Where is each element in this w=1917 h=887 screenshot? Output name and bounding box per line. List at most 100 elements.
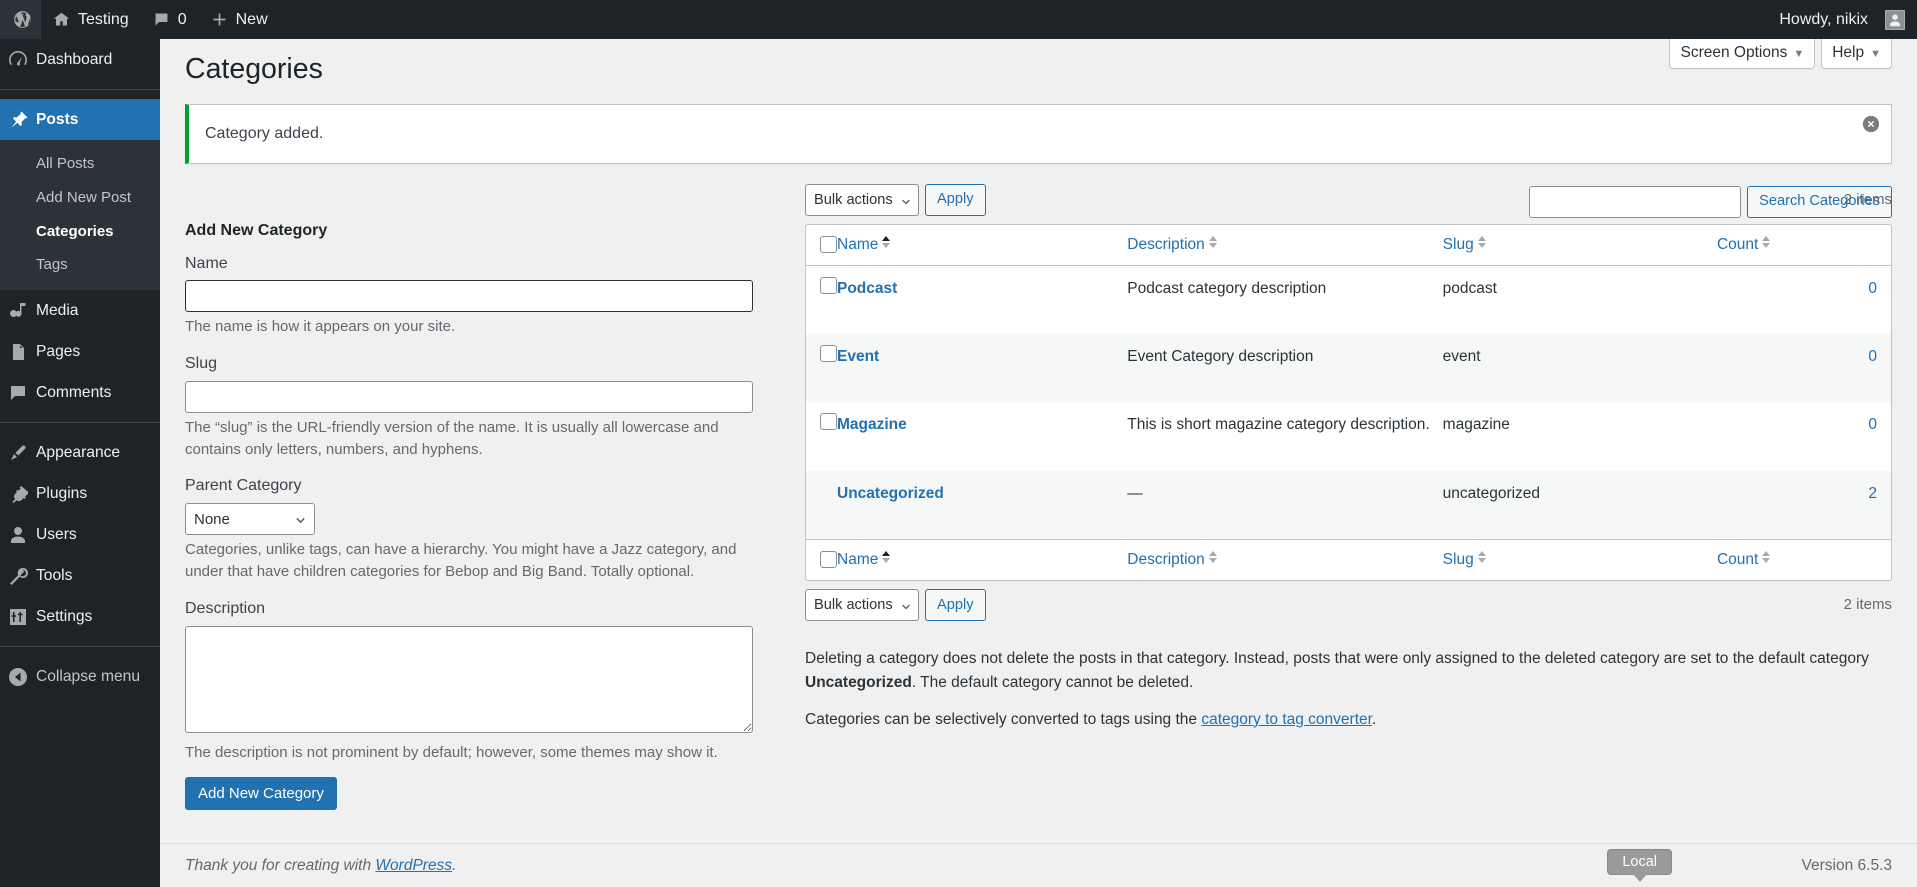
submenu-item-label: Add New Post bbox=[36, 188, 132, 206]
row-select-cell bbox=[806, 266, 837, 334]
parent-category-label: Parent Category bbox=[185, 477, 302, 495]
name-input[interactable] bbox=[185, 280, 753, 313]
delete-category-help-paragraph: Deleting a category does not delete the … bbox=[805, 647, 1892, 695]
sort-by-name-link-bottom[interactable]: Name bbox=[837, 550, 891, 570]
sidebar-item-tools[interactable]: Tools bbox=[0, 555, 160, 596]
site-name-menu[interactable]: Testing bbox=[41, 0, 141, 39]
collapse-menu-button[interactable]: Collapse menu bbox=[0, 656, 160, 697]
sidebar-item-users[interactable]: Users bbox=[0, 514, 160, 555]
sort-by-description-link-bottom[interactable]: Description bbox=[1127, 550, 1217, 570]
row-name-cell: Podcast bbox=[837, 266, 1127, 334]
row-checkbox[interactable] bbox=[820, 345, 837, 363]
sidebar-item-settings[interactable]: Settings bbox=[0, 596, 160, 637]
sidebar-item-categories[interactable]: Categories bbox=[0, 215, 160, 249]
pages-icon bbox=[0, 342, 36, 362]
screen-options-button[interactable]: Screen Options ▼ bbox=[1669, 39, 1816, 69]
sidebar-item-media[interactable]: Media bbox=[0, 290, 160, 331]
sort-arrows-icon bbox=[1762, 550, 1771, 563]
parent-category-select[interactable]: None bbox=[185, 503, 315, 536]
parent-category-field-group: Parent Category None Categories, unlike … bbox=[185, 474, 765, 582]
column-header-name: Name bbox=[837, 225, 1128, 266]
row-checkbox[interactable] bbox=[820, 413, 837, 431]
items-count-top: 2 items bbox=[1843, 191, 1892, 209]
column-label: Description bbox=[1127, 550, 1205, 568]
column-label: Name bbox=[837, 235, 879, 253]
category-count-link[interactable]: 0 bbox=[1868, 348, 1877, 365]
apply-button-top[interactable]: Apply bbox=[925, 183, 986, 216]
category-to-tag-converter-link[interactable]: category to tag converter bbox=[1201, 711, 1372, 728]
settings-sliders-icon bbox=[0, 607, 36, 627]
row-description-cell: Podcast category description bbox=[1127, 279, 1327, 297]
screen-meta-links: Screen Options ▼ Help ▼ bbox=[1669, 39, 1892, 69]
submenu-item-label: Tags bbox=[36, 256, 68, 274]
categories-help-text: Deleting a category does not delete the … bbox=[805, 647, 1892, 732]
description-label: Description bbox=[185, 599, 266, 617]
sort-arrows-icon bbox=[882, 550, 891, 563]
sidebar-item-tags[interactable]: Tags bbox=[0, 248, 160, 282]
help-text-part-1: Deleting a category does not delete the … bbox=[805, 649, 1869, 667]
bulk-actions-select-top[interactable]: Bulk actions bbox=[805, 183, 919, 216]
tools-wrench-icon bbox=[0, 566, 36, 586]
sidebar-item-label: Media bbox=[36, 301, 79, 319]
dismiss-circle-x-icon[interactable] bbox=[1852, 105, 1890, 143]
category-name-link[interactable]: Uncategorized bbox=[837, 485, 944, 502]
category-count-link[interactable]: 0 bbox=[1868, 416, 1877, 433]
category-name-link[interactable]: Event bbox=[837, 348, 879, 365]
admin-bar: Testing 0 New Howdy, nikix bbox=[0, 0, 1917, 39]
uncategorized-bold: Uncategorized bbox=[805, 673, 912, 691]
sort-by-slug-link-top[interactable]: Slug bbox=[1443, 235, 1486, 255]
success-notice: Category added. bbox=[185, 104, 1892, 164]
column-label: Count bbox=[1716, 550, 1759, 568]
select-all-checkbox-top[interactable] bbox=[820, 235, 837, 253]
wordpress-logo-icon bbox=[14, 11, 31, 28]
bulk-actions-select-bottom[interactable]: Bulk actions bbox=[805, 588, 919, 621]
appearance-brush-icon bbox=[0, 443, 36, 463]
sort-by-name-link-top[interactable]: Name bbox=[837, 235, 891, 255]
category-count-link[interactable]: 0 bbox=[1868, 280, 1877, 297]
new-content-button[interactable]: New bbox=[199, 0, 280, 39]
sidebar-item-plugins[interactable]: Plugins bbox=[0, 473, 160, 514]
table-foot: Name Description Slug Count bbox=[806, 538, 1891, 580]
parent-category-help-text: Categories, unlike tags, can have a hier… bbox=[185, 541, 737, 581]
collapse-menu-label: Collapse menu bbox=[36, 667, 141, 685]
sidebar-item-dashboard[interactable]: Dashboard bbox=[0, 39, 160, 80]
column-footer-name: Name bbox=[837, 538, 1128, 580]
help-button[interactable]: Help ▼ bbox=[1821, 39, 1892, 69]
row-name-cell: Uncategorized bbox=[837, 471, 1127, 539]
sidebar-item-comments[interactable]: Comments bbox=[0, 372, 160, 413]
converter-text-part-1: Categories can be selectively converted … bbox=[805, 710, 1202, 728]
row-select-cell bbox=[806, 334, 837, 402]
sidebar-item-label: Posts bbox=[36, 110, 79, 128]
select-all-checkbox-bottom[interactable] bbox=[820, 550, 837, 568]
row-checkbox[interactable] bbox=[820, 276, 837, 294]
wordpress-logo-button[interactable] bbox=[0, 0, 41, 39]
menu-divider bbox=[0, 89, 160, 90]
table-row: Podcast Podcast category description pod… bbox=[806, 266, 1891, 335]
apply-button-bottom[interactable]: Apply bbox=[925, 588, 986, 621]
comments-bubble-button[interactable]: 0 bbox=[141, 0, 199, 39]
sidebar-item-all-posts[interactable]: All Posts bbox=[0, 147, 160, 181]
column-label: Count bbox=[1716, 235, 1759, 253]
sidebar-item-posts[interactable]: Posts bbox=[0, 99, 168, 140]
sidebar-item-appearance[interactable]: Appearance bbox=[0, 432, 160, 473]
sort-by-description-link-top[interactable]: Description bbox=[1127, 235, 1217, 255]
description-textarea[interactable] bbox=[185, 625, 753, 733]
category-name-link[interactable]: Podcast bbox=[837, 280, 897, 297]
wordpress-link[interactable]: WordPress bbox=[375, 857, 452, 874]
page-title: Categories bbox=[185, 53, 323, 85]
sidebar-item-pages[interactable]: Pages bbox=[0, 331, 160, 372]
sort-by-count-link-top[interactable]: Count bbox=[1716, 235, 1771, 255]
sidebar-item-add-new-post[interactable]: Add New Post bbox=[0, 181, 160, 215]
my-account-menu[interactable]: Howdy, nikix bbox=[1767, 0, 1917, 39]
sort-by-slug-link-bottom[interactable]: Slug bbox=[1443, 550, 1486, 570]
plus-icon bbox=[211, 11, 228, 28]
table-row: Magazine This is short magazine category… bbox=[806, 402, 1891, 471]
category-count-link[interactable]: 2 bbox=[1868, 485, 1877, 502]
row-slug-cell: podcast bbox=[1442, 279, 1497, 297]
table-row-default-category: Uncategorized — uncategorized 2 bbox=[806, 470, 1891, 539]
add-new-category-submit-button[interactable]: Add New Category bbox=[185, 777, 337, 811]
slug-input[interactable] bbox=[185, 380, 753, 413]
category-name-link[interactable]: Magazine bbox=[837, 416, 907, 433]
sort-by-count-link-bottom[interactable]: Count bbox=[1716, 550, 1771, 570]
select-all-header bbox=[806, 225, 837, 266]
